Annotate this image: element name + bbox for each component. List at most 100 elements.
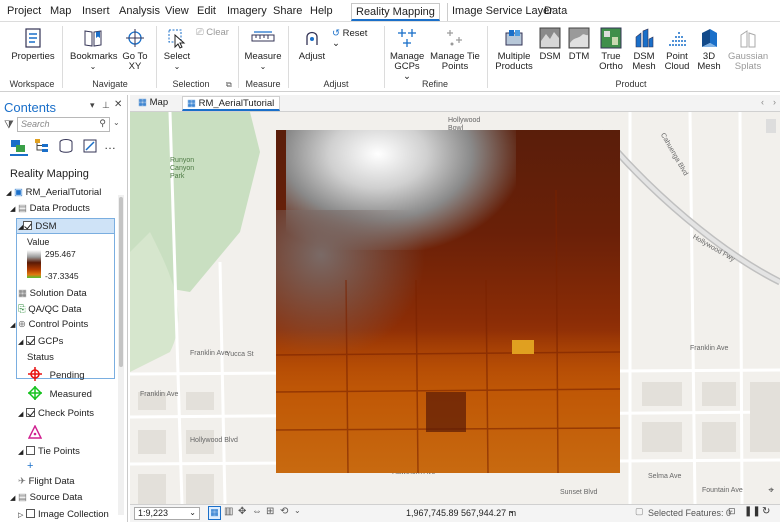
clear-button[interactable]: ⎚ Clear	[196, 28, 232, 38]
select-button[interactable]: Select ⌄	[162, 27, 192, 72]
section-heading: Reality Mapping	[10, 168, 89, 180]
bookmarks-button[interactable]: Bookmarks ⌄	[70, 27, 118, 72]
contents-title: Contents	[4, 100, 57, 115]
scrollbar-thumb[interactable]	[119, 197, 123, 367]
3d-mesh-button[interactable]: 3D Mesh	[696, 27, 722, 72]
multiple-products-button[interactable]: Multiple Products	[494, 27, 534, 72]
rotate-icon[interactable]: ⟲	[280, 506, 288, 517]
search-dropdown-icon[interactable]: ⌄	[113, 118, 120, 127]
filter-icon[interactable]: ⧩	[4, 119, 14, 132]
tree-solution-data[interactable]: ▦ Solution Data	[18, 288, 114, 299]
map-label: Fountain Ave	[702, 487, 743, 494]
tab-rm-aerialtutorial[interactable]: ▦ RM_AerialTutorial ✕	[182, 96, 280, 123]
tree-flight-data[interactable]: ✈ Flight Data	[18, 476, 75, 487]
dsm-street-grid	[276, 189, 620, 473]
tab-map-view[interactable]: ▦ Map	[134, 96, 172, 111]
selection-view-icon[interactable]	[82, 138, 98, 157]
dsm-mesh-label: DSM Mesh	[632, 51, 656, 72]
manage-gcps-label: Manage GCPs	[390, 51, 425, 72]
snap-icon[interactable]: ⇔	[252, 506, 262, 517]
tab-edit[interactable]: Edit	[193, 3, 220, 21]
properties-icon	[25, 28, 41, 48]
gaussian-splats-button[interactable]: Gaussian Splats	[728, 27, 768, 72]
grid-icon[interactable]: ▥	[224, 506, 233, 517]
tab-help[interactable]: Help	[306, 3, 337, 21]
table-view-icon[interactable]: ▦	[208, 506, 221, 520]
tree-check-points[interactable]: ◢ Check Points	[18, 408, 94, 419]
manage-gcps-button[interactable]: Manage GCPs ⌄	[390, 27, 424, 82]
map-overflow-icon[interactable]	[766, 119, 776, 133]
goto-xy-button[interactable]: Go To XY	[120, 27, 150, 72]
pane-menu-icon[interactable]: ▾	[90, 100, 95, 111]
tree-qaqc[interactable]: ⎘ QA/QC Data	[18, 304, 82, 315]
dtm-button[interactable]: DTM	[567, 27, 591, 62]
source-list-icon[interactable]	[34, 138, 50, 157]
gaussian-splats-icon	[740, 30, 756, 48]
manage-tie-points-button[interactable]: Manage Tie Points	[430, 27, 480, 72]
map-view[interactable]: ▦ Map ▦ RM_AerialTutorial ✕ ‹ › Runyon C…	[130, 95, 780, 522]
nav-dropdown-icon[interactable]: ⌄	[294, 506, 301, 515]
tab-scroll-left-icon[interactable]: ‹	[761, 97, 764, 107]
search-input[interactable]: Search ⚲	[17, 117, 110, 132]
3d-mesh-icon	[702, 29, 717, 47]
check-marker	[27, 424, 43, 442]
tab-insert[interactable]: Insert	[78, 3, 114, 21]
tab-scroll-right-icon[interactable]: ›	[773, 97, 776, 107]
tree-image-collection[interactable]: ▷ Image Collection	[18, 509, 109, 520]
pin-icon[interactable]: ⊥	[102, 100, 110, 111]
tab-share[interactable]: Share	[269, 3, 306, 21]
more-options-icon[interactable]: …	[104, 138, 116, 152]
true-ortho-button[interactable]: True Ortho	[597, 27, 625, 72]
tree-source-data[interactable]: ◢ ▤ Source Data	[10, 492, 82, 503]
navigator-icon[interactable]: ⌖	[768, 485, 774, 496]
check-point-triangle-icon	[27, 424, 43, 439]
tree-tie-points[interactable]: ◢ Tie Points	[18, 446, 80, 457]
measure-button[interactable]: Measure ⌄	[244, 27, 282, 72]
tie-points-checkbox[interactable]	[26, 446, 36, 455]
status-label: Status	[27, 352, 54, 363]
dsm-checkbox[interactable]	[23, 221, 33, 230]
close-icon[interactable]: ✕	[114, 99, 122, 110]
check-points-checkbox[interactable]	[26, 408, 36, 417]
dialog-launcher-icon[interactable]: ⧉	[226, 80, 232, 90]
image-collection-checkbox[interactable]	[26, 509, 36, 518]
tab-project[interactable]: Project	[3, 3, 45, 21]
refresh-icon[interactable]: ⊡	[728, 506, 736, 517]
dsm-mesh-button[interactable]: DSM Mesh	[630, 27, 658, 72]
menu-bar: Project Map Insert Analysis View Edit Im…	[0, 0, 780, 22]
group-measure: Measure	[245, 79, 281, 89]
tab-view[interactable]: View	[161, 3, 193, 21]
adjust-button[interactable]: Adjust	[296, 27, 328, 62]
tab-map[interactable]: Map	[46, 3, 75, 21]
tree-gcps[interactable]: ◢ GCPs	[18, 336, 63, 347]
properties-button[interactable]: Properties	[10, 27, 56, 62]
gcps-checkbox[interactable]	[26, 336, 36, 345]
reset-button[interactable]: ↺ Reset ⌄	[332, 29, 376, 49]
tree-workspace[interactable]: ◢ ▣ RM_AerialTutorial	[6, 187, 101, 198]
tree-data-products[interactable]: ◢ ▤ Data Products	[10, 203, 90, 214]
tab-imagery[interactable]: Imagery	[223, 3, 271, 21]
refresh-map-icon[interactable]: ↻	[762, 506, 770, 517]
tree-control-points[interactable]: ◢ ⊕ Control Points	[10, 319, 88, 330]
control-points-icon: ⊕	[18, 319, 26, 330]
search-placeholder: Search	[21, 119, 50, 129]
map-label: Franklin Ave	[690, 345, 729, 352]
coords-dropdown-icon[interactable]: ⌄	[508, 506, 515, 515]
gaussian-splats-label: Gaussian Splats	[728, 51, 769, 72]
layer-dsm[interactable]: ◢ DSM	[18, 221, 57, 232]
gcps-label: GCPs	[38, 336, 64, 347]
pan-zoom-icon[interactable]: ✥	[238, 506, 246, 517]
tab-data[interactable]: Data	[540, 3, 571, 21]
dsm-button[interactable]: DSM	[538, 27, 562, 62]
constraint-icon[interactable]: ⊞	[266, 506, 274, 517]
data-source-icon[interactable]	[58, 138, 74, 157]
drawing-order-icon[interactable]	[10, 138, 28, 156]
multiple-products-label: Multiple Products	[495, 51, 533, 72]
tab-reality-mapping[interactable]: Reality Mapping	[351, 3, 440, 21]
pause-icon[interactable]: ❚❚	[744, 506, 761, 517]
tab-analysis[interactable]: Analysis	[115, 3, 164, 21]
true-ortho-icon	[600, 27, 622, 49]
point-cloud-button[interactable]: Point Cloud	[662, 27, 692, 72]
scale-selector[interactable]: 1:9,223 ⌄	[134, 507, 200, 520]
contents-scrollbar[interactable]	[118, 195, 124, 515]
